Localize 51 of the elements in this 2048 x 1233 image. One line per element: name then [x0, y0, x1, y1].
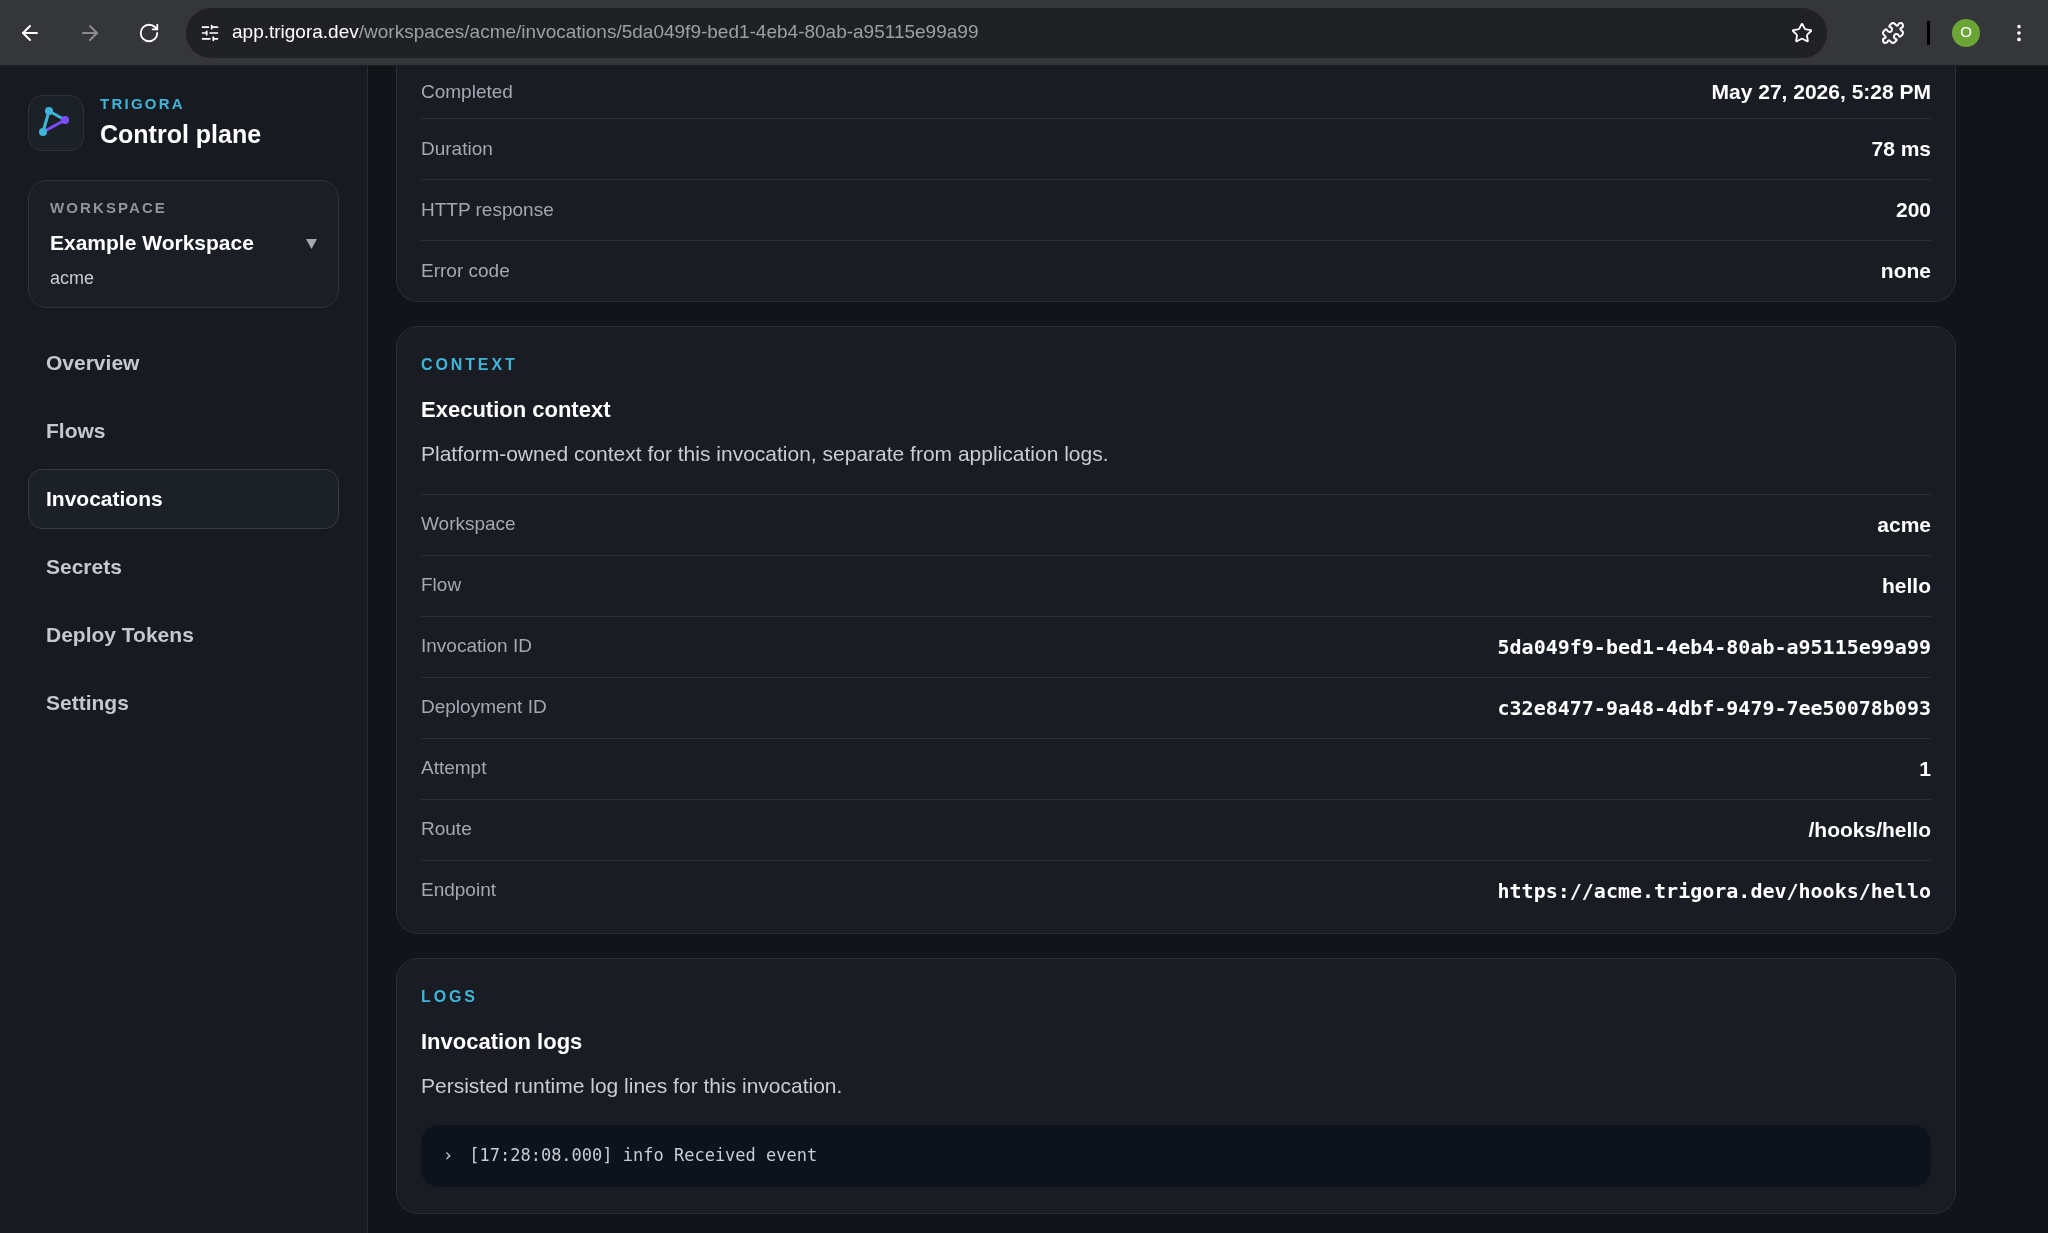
nav-item[interactable]: Invocations [28, 469, 339, 529]
workspace-switcher[interactable]: WORKSPACE Example Workspace acme [28, 180, 339, 308]
address-bar[interactable]: app.trigora.dev/workspaces/acme/invocations/5da049f9-bed1-4eb4-80ab-a95115e99a99 [186, 7, 1827, 58]
field-label: Completed [421, 79, 513, 104]
section-description: Platform-owned context for this invocation, separate from application logs. [421, 441, 1110, 467]
field-label: Attempt [421, 756, 487, 781]
expand-caret[interactable]: › [443, 1143, 454, 1169]
nav-item[interactable]: Overview [28, 333, 339, 393]
url-path: /workspaces/acme/invocations/5da049f9-bed1-4eb4-80ab-a95115e99a99 [358, 20, 979, 45]
brand-eyebrow: TRIGORA [100, 94, 186, 114]
url-host: app.trigora.dev [232, 20, 359, 45]
field-value: /hooks/hello [1808, 816, 1931, 843]
section-description: Persisted runtime log lines for this invocation. [421, 1072, 844, 1099]
site-settings-icon[interactable] [200, 22, 220, 43]
field-label: Error code [421, 258, 510, 283]
field-value: none [1880, 258, 1931, 285]
logo-icon [28, 95, 84, 151]
nav-item[interactable]: Secrets [28, 537, 339, 597]
section-title: Execution context [421, 396, 612, 424]
field-value: acme [1877, 511, 1931, 538]
field-label: Workspace [421, 512, 516, 537]
field-label: Route [421, 817, 472, 842]
section-eyebrow: CONTEXT [421, 355, 519, 375]
field-label: Flow [421, 573, 462, 598]
extensions-icon[interactable] [1881, 20, 1905, 45]
field-value: https://acme.trigora.dev/hooks/hello [1497, 877, 1931, 905]
field-value: 78 ms [1871, 136, 1931, 163]
dropdown-caret-icon [306, 239, 317, 249]
field-value: hello [1882, 572, 1931, 599]
field-label: Deployment ID [421, 695, 547, 720]
nav-item[interactable]: Settings [28, 673, 339, 733]
field-value: 200 [1895, 197, 1931, 224]
field-label: Duration [421, 136, 493, 161]
section-eyebrow: LOGS [421, 986, 479, 1007]
nav-item[interactable]: Deploy Tokens [28, 605, 339, 665]
workspace-label: WORKSPACE [50, 197, 168, 218]
field-label: Invocation ID [421, 634, 532, 659]
field-value: 5da049f9-bed1-4eb4-80ab-a95115e99a99 [1497, 633, 1931, 661]
field-label: Endpoint [421, 878, 496, 903]
bookmark-star-icon[interactable] [1791, 21, 1813, 44]
workspace-name: Example Workspace [50, 230, 255, 256]
nav-item[interactable]: Flows [28, 401, 339, 461]
section-title: Invocation logs [421, 1027, 584, 1056]
workspace-slug: acme [50, 266, 95, 290]
field-value: May 27, 2026, 5:28 PM [1711, 79, 1931, 106]
log-line: [17:28:08.000] info Received event [469, 1144, 818, 1167]
reload-icon[interactable] [138, 21, 160, 44]
brand-title: Control plane [100, 118, 262, 150]
field-value: 1 [1919, 755, 1931, 782]
field-value: c32e8477-9a48-4dbf-9479-7ee50078b093 [1497, 694, 1931, 722]
field-label: HTTP response [421, 197, 554, 222]
